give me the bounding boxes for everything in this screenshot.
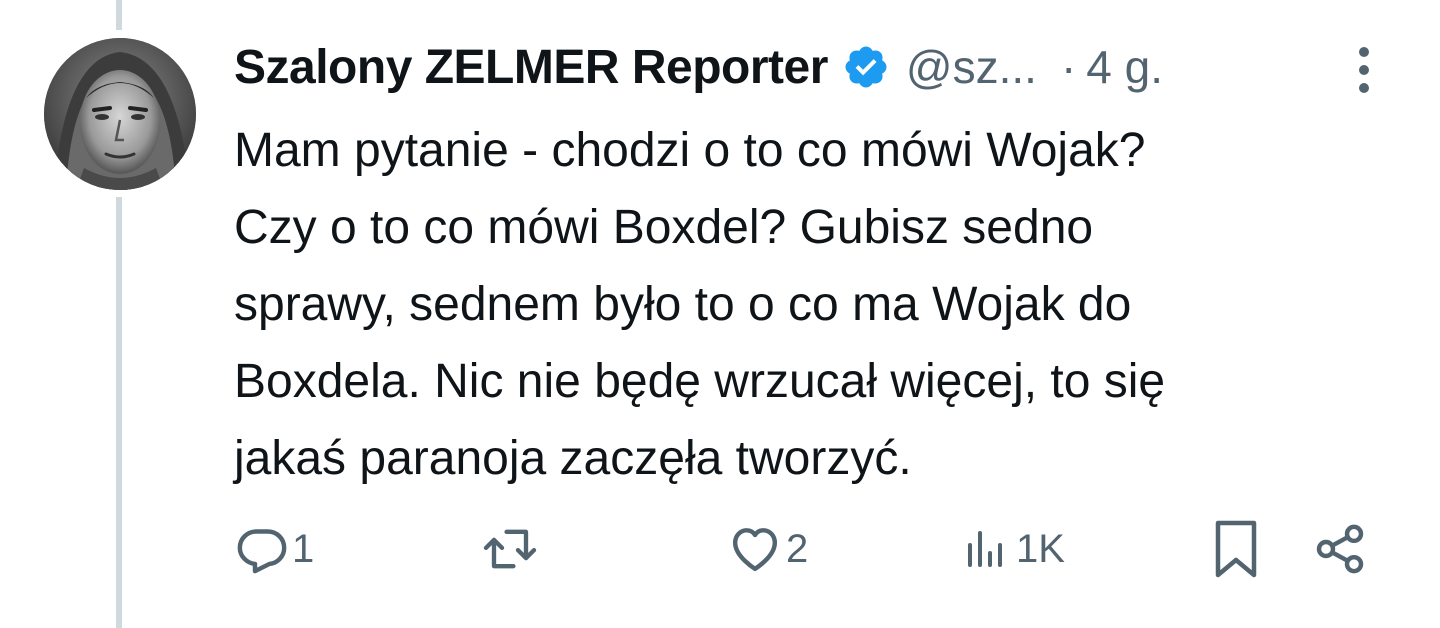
views-count: 1K (1016, 526, 1065, 571)
tweet-header: Szalony ZELMER Reporter @sz... · 4 g. (234, 36, 1414, 98)
tweet-text: Mam pytanie - chodzi o to co mówi Wojak?… (234, 112, 1394, 497)
heart-icon (726, 521, 784, 577)
reply-count: 1 (292, 526, 315, 571)
bookmark-icon (1212, 518, 1260, 580)
more-vertical-icon[interactable] (1350, 42, 1378, 98)
tweet-text-line: jakaś paranoja zaczęła tworzyć. (234, 432, 912, 485)
repost-button[interactable] (478, 514, 544, 584)
tweet-text-line: sprawy, sednem było to o co ma Wojak do (234, 278, 1132, 331)
tweet-text-line: Mam pytanie - chodzi o to co mówi Wojak? (234, 124, 1146, 177)
share-button[interactable] (1312, 514, 1368, 584)
timestamp[interactable]: 4 g. (1086, 40, 1163, 94)
like-count: 2 (786, 526, 809, 571)
display-name[interactable]: Szalony ZELMER Reporter (234, 40, 828, 95)
views-bar-icon (964, 521, 1014, 577)
tweet-text-line: Boxdela. Nic nie będę wrzucał więcej, to… (234, 355, 1166, 408)
action-bar: 1 2 1K (0, 514, 1440, 584)
verified-badge-icon[interactable] (842, 43, 890, 91)
avatar-image (44, 38, 196, 190)
share-icon (1312, 521, 1368, 577)
avatar[interactable] (44, 38, 196, 190)
user-handle[interactable]: @sz... (906, 40, 1037, 94)
reply-button[interactable]: 1 (234, 514, 314, 584)
separator-dot: · (1060, 41, 1077, 93)
thread-line-top (116, 0, 122, 30)
tweet-text-line: Czy o to co mówi Boxdel? Gubisz sedno (234, 201, 1094, 254)
views-button[interactable]: 1K (964, 514, 1065, 584)
reply-icon (234, 521, 290, 577)
repost-icon (478, 521, 542, 577)
bookmark-button[interactable] (1212, 514, 1260, 584)
like-button[interactable]: 2 (726, 514, 808, 584)
